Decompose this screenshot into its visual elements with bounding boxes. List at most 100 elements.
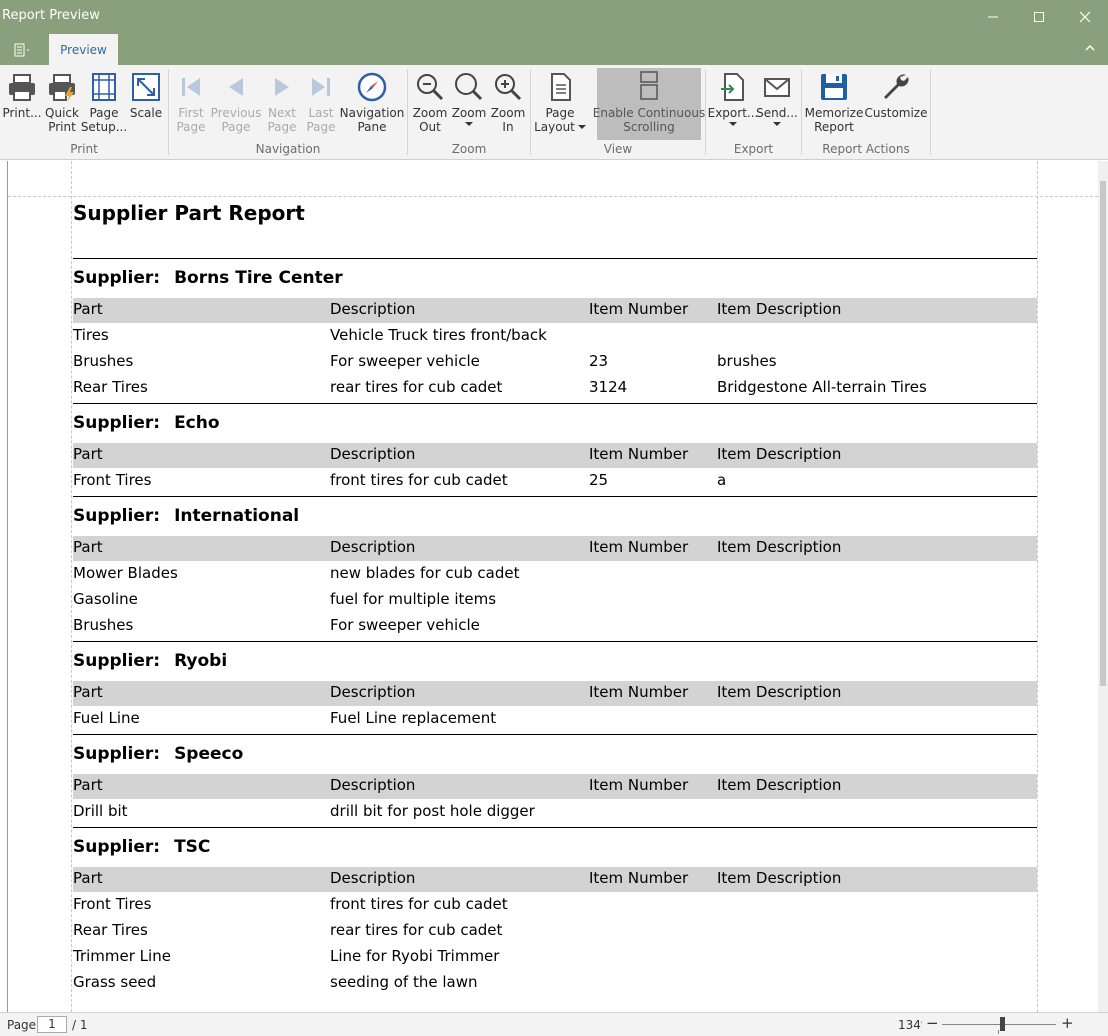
zoom-out-button[interactable]: Zoom Out xyxy=(413,68,447,140)
supplier-section: Supplier: International Part Description Ite… xyxy=(73,496,1037,641)
previous-page-button[interactable]: Previous Page xyxy=(211,68,261,140)
group-export: Export... Send... Export xyxy=(706,65,801,160)
column-header-description: Description xyxy=(330,869,416,887)
tab-preview[interactable]: Preview xyxy=(49,34,118,66)
page-layout-label: Page Layout xyxy=(531,106,589,134)
enable-continuous-scrolling-button[interactable]: Enable Continuous Scrolling xyxy=(593,68,705,140)
last-page-button[interactable]: Last Page xyxy=(303,68,339,140)
envelope-icon xyxy=(764,78,790,97)
supplier-label: Supplier: xyxy=(73,837,161,857)
part-cell: Front Tires xyxy=(73,471,152,489)
first-page-button[interactable]: First Page xyxy=(173,68,209,140)
document-preview-area[interactable]: Supplier Part Report Supplier: Borns Tire… xyxy=(0,161,1108,1012)
zoom-out-icon xyxy=(417,74,444,101)
description-cell: fuel for multiple items xyxy=(330,590,497,608)
group-report-actions: Memorize Report Customize Report Actions xyxy=(802,65,930,160)
supplier-label: Supplier: xyxy=(73,268,161,288)
supplier-label: Supplier: xyxy=(73,651,161,671)
send-button[interactable]: Send... xyxy=(756,68,798,140)
app-menu-button[interactable] xyxy=(8,40,36,60)
column-header-item-number: Item Number xyxy=(589,683,689,701)
zoom-slider-thumb[interactable] xyxy=(1000,1017,1006,1031)
column-header-item-number: Item Number xyxy=(589,445,689,463)
zoom-out-slider-button[interactable]: − xyxy=(926,1014,939,1032)
zoom-slider-track[interactable] xyxy=(942,1024,1056,1025)
minimize-button[interactable] xyxy=(970,0,1016,34)
zoom-in-icon xyxy=(495,74,522,101)
send-label: Send... xyxy=(750,106,804,126)
part-cell: Rear Tires xyxy=(73,378,148,396)
item-number-cell: 25 xyxy=(589,471,609,489)
column-header-description: Description xyxy=(330,445,416,463)
compass-icon xyxy=(357,72,387,102)
zoom-icon xyxy=(455,73,483,101)
group-navigation: First Page Previous Page Next Page Last … xyxy=(169,65,407,160)
supplier-name: TSC xyxy=(174,837,211,857)
previous-page-icon xyxy=(229,78,243,96)
page-layout-icon xyxy=(551,73,571,101)
table-row: Front Tires front tires for cub cadet xyxy=(73,893,1037,918)
page-setup-button[interactable]: Page Setup... xyxy=(81,68,127,140)
group-zoom: Zoom Out Zoom Zoom In Zoom xyxy=(408,65,530,160)
description-cell: new blades for cub cadet xyxy=(330,564,520,582)
item-number-cell: 3124 xyxy=(589,378,628,396)
part-cell: Trimmer Line xyxy=(73,947,171,965)
scale-button[interactable]: Scale xyxy=(128,68,164,140)
chevron-down-icon xyxy=(465,122,473,126)
column-header-part: Part xyxy=(73,445,103,463)
column-header-description: Description xyxy=(330,300,416,318)
customize-button[interactable]: Customize xyxy=(865,68,928,140)
supplier-label: Supplier: xyxy=(73,506,161,526)
supplier-heading: Supplier: Borns Tire Center xyxy=(73,268,343,288)
minimize-icon xyxy=(988,16,998,18)
group-export-label: Export xyxy=(733,142,774,156)
vertical-scrollbar[interactable] xyxy=(1098,161,1108,1012)
print-button[interactable]: Print... xyxy=(2,68,42,140)
column-header-row: Part Description Item Number Item Descripti… xyxy=(73,536,1037,561)
supplier-name: Borns Tire Center xyxy=(174,268,343,288)
save-icon xyxy=(821,74,847,100)
zoom-button[interactable]: Zoom xyxy=(452,68,486,140)
zoom-percentage: 134% xyxy=(898,1018,922,1032)
chevron-down-icon xyxy=(773,122,781,126)
supplier-name: International xyxy=(174,506,300,526)
memorize-report-button[interactable]: Memorize Report xyxy=(805,68,863,140)
zoom-in-button[interactable]: Zoom In xyxy=(491,68,525,140)
send-label-text: Send... xyxy=(756,106,798,120)
column-header-description: Description xyxy=(330,683,416,701)
description-cell: seeding of the lawn xyxy=(330,973,478,991)
section-divider xyxy=(73,734,1037,735)
page-number-input[interactable]: 1 xyxy=(37,1016,67,1033)
maximize-button[interactable] xyxy=(1016,0,1062,34)
wrench-icon xyxy=(884,74,909,99)
column-header-description: Description xyxy=(330,538,416,556)
maximize-icon xyxy=(1034,12,1044,22)
export-button[interactable]: Export... xyxy=(708,68,758,140)
page-layout-button[interactable]: Page Layout xyxy=(534,68,586,140)
table-row: Fuel Line Fuel Line replacement xyxy=(73,707,1037,732)
ribbon: Print... Quick Print Page Setup... Scale… xyxy=(0,65,1108,160)
close-button[interactable] xyxy=(1062,0,1108,34)
supplier-name: Echo xyxy=(174,413,220,433)
collapse-ribbon-button[interactable] xyxy=(1082,40,1098,56)
description-cell: front tires for cub cadet xyxy=(330,895,508,913)
item-description-cell: a xyxy=(717,471,727,489)
group-navigation-label: Navigation xyxy=(255,142,321,156)
app-menu-icon xyxy=(14,43,29,57)
table-row: Mower Blades new blades for cub cadet xyxy=(73,562,1037,587)
quick-print-button[interactable]: Quick Print xyxy=(44,68,80,140)
supplier-label: Supplier: xyxy=(73,413,161,433)
part-cell: Gasoline xyxy=(73,590,138,608)
table-row: Drill bit drill bit for post hole digger xyxy=(73,800,1037,825)
scrollbar-thumb[interactable] xyxy=(1100,181,1106,686)
part-cell: Mower Blades xyxy=(73,564,178,582)
navigation-pane-button[interactable]: Navigation Pane xyxy=(340,68,404,140)
supplier-heading: Supplier: TSC xyxy=(73,837,210,857)
status-bar: Page: 1 / 1 134% − + xyxy=(0,1012,1108,1036)
column-header-part: Part xyxy=(73,538,103,556)
supplier-section: Supplier: Echo Part Description Item Number I… xyxy=(73,403,1037,496)
supplier-section: Supplier: Speeco Part Description Item Numbe… xyxy=(73,734,1037,827)
zoom-in-slider-button[interactable]: + xyxy=(1061,1014,1074,1032)
ribbon-separator xyxy=(930,69,931,155)
supplier-section: Supplier: Borns Tire Center Part Descriptio… xyxy=(73,258,1037,403)
